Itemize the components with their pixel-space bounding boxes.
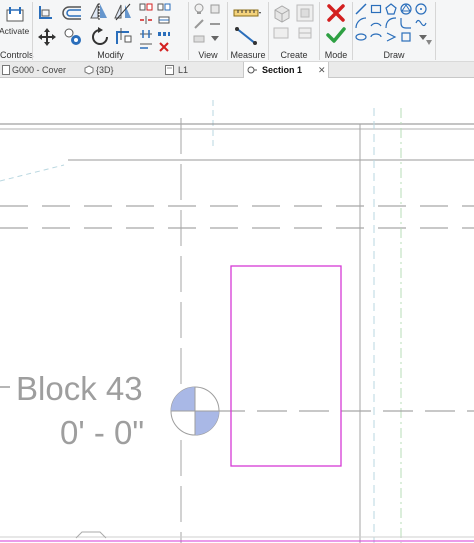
trim-extend-icon[interactable]	[115, 26, 133, 46]
tab-3d[interactable]: {3D}	[82, 62, 152, 78]
measure-group-label: Measure	[230, 50, 266, 60]
measure-group: Measure	[228, 0, 268, 62]
level-name-label[interactable]: Block 43	[16, 370, 143, 408]
fillet-arc-icon[interactable]	[400, 17, 412, 29]
tab-label: G000 - Cover	[12, 65, 67, 75]
level-elevation-label[interactable]: 0' - 0"	[60, 414, 144, 452]
hide-element-icon[interactable]	[209, 3, 221, 15]
activate-button-label[interactable]: Activate	[0, 26, 29, 36]
measure-icon[interactable]	[233, 6, 261, 20]
view-group: View	[189, 0, 227, 62]
move-icon[interactable]	[37, 27, 57, 47]
section-view-icon	[247, 66, 257, 74]
activate-icon[interactable]	[4, 4, 26, 24]
rotate-icon[interactable]	[89, 26, 111, 48]
create-assembly-icon[interactable]	[297, 26, 313, 40]
ribbon: Activate Controls Modify View Measure Cr…	[0, 0, 474, 62]
cancel-edit-icon[interactable]	[326, 4, 346, 22]
section-view-drawing	[0, 100, 474, 543]
draw-group: Draw	[353, 0, 435, 62]
pin-icon[interactable]	[157, 3, 171, 11]
diagonal-guide	[0, 164, 65, 182]
panel-expand-icon[interactable]	[426, 40, 432, 46]
tab-label: L1	[178, 65, 189, 75]
unpin-icon[interactable]	[157, 16, 171, 24]
offset-icon[interactable]	[61, 4, 83, 22]
create-group-label: Create	[280, 50, 308, 60]
tab-l1[interactable]: L1	[163, 62, 235, 78]
inscribed-polygon-icon[interactable]	[400, 3, 412, 15]
array-icon[interactable]	[157, 30, 171, 38]
mirror-axis-icon[interactable]	[89, 2, 109, 22]
controls-group: Activate Controls	[0, 0, 34, 62]
partial-ellipse-icon[interactable]	[370, 31, 382, 43]
trim-multiple-icon[interactable]	[139, 30, 153, 38]
view-tab-bar: G000 - Cover {3D} L1 Section 1 ✕	[0, 62, 474, 78]
split-gap-icon[interactable]	[139, 16, 153, 24]
linework-icon[interactable]	[209, 18, 221, 30]
sheet-icon	[2, 65, 10, 75]
split-element-icon[interactable]	[139, 3, 153, 11]
mode-group-label: Mode	[324, 50, 348, 60]
create-group-icon[interactable]	[271, 2, 293, 24]
override-graphics-icon[interactable]	[193, 33, 205, 45]
drawing-canvas[interactable]: Block 43 0' - 0"	[0, 78, 474, 543]
modify-group-label: Modify	[97, 50, 124, 60]
create-parts-icon[interactable]	[273, 26, 289, 40]
rectangle-draw-icon[interactable]	[370, 3, 382, 15]
mirror-draw-axis-icon[interactable]	[113, 2, 133, 22]
mode-group: Mode	[320, 0, 352, 62]
3d-view-icon	[84, 65, 94, 75]
level-head-marker	[170, 386, 220, 436]
close-icon[interactable]: ✕	[318, 62, 326, 78]
pick-walls-icon[interactable]	[400, 31, 412, 43]
ellipse-draw-icon[interactable]	[355, 31, 367, 43]
dimension-icon[interactable]	[234, 26, 260, 46]
tab-label: {3D}	[96, 65, 114, 75]
pick-lines-icon[interactable]	[385, 31, 397, 43]
modify-group: Modify	[33, 0, 188, 62]
sketch-rectangle	[230, 265, 342, 467]
plan-view-icon	[165, 65, 174, 75]
tab-section-1[interactable]: Section 1 ✕	[243, 62, 329, 78]
copy-icon[interactable]	[63, 27, 83, 47]
draw-group-label: Draw	[383, 50, 405, 60]
view-group-label: View	[198, 50, 218, 60]
tab-label: Section 1	[262, 65, 303, 75]
polygon-draw-icon[interactable]	[385, 3, 397, 15]
create-group: Create	[269, 0, 319, 62]
tangent-arc-icon[interactable]	[385, 17, 397, 29]
pencil-icon[interactable]	[193, 18, 205, 30]
start-end-arc-icon[interactable]	[355, 17, 367, 29]
align-icon[interactable]	[37, 4, 55, 22]
trim-single-icon[interactable]	[139, 42, 153, 50]
tab-g000-cover[interactable]: G000 - Cover	[0, 62, 74, 78]
spline-draw-icon[interactable]	[415, 17, 427, 29]
line-draw-icon[interactable]	[355, 3, 367, 15]
circle-draw-icon[interactable]	[415, 3, 427, 15]
dropdown-arrow-icon[interactable]	[211, 36, 219, 42]
ribbon-separator	[435, 2, 436, 60]
controls-group-label: Controls	[0, 50, 34, 60]
create-similar-icon[interactable]	[294, 2, 316, 24]
light-bulb-icon[interactable]	[193, 3, 205, 15]
finish-edit-icon[interactable]	[326, 26, 346, 44]
center-ends-arc-icon[interactable]	[370, 17, 382, 29]
